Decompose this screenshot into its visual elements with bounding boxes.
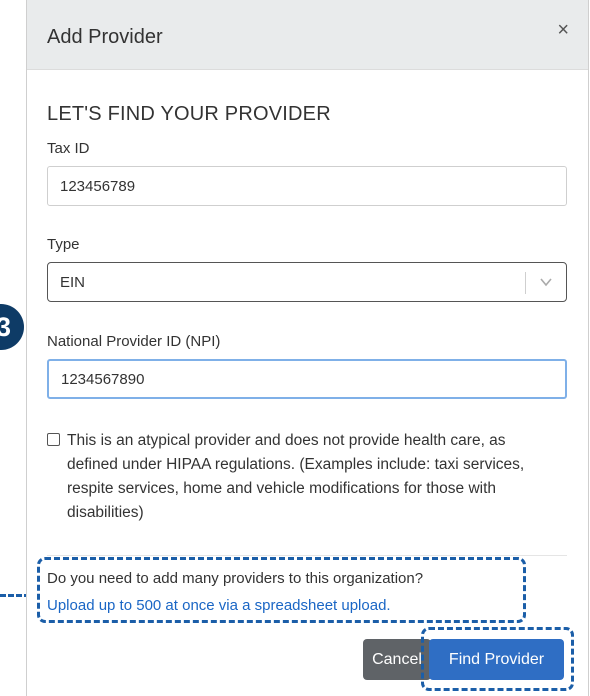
atypical-provider-label: This is an atypical provider and does no… [67,432,525,521]
step-number: 3 [0,311,11,342]
chevron-down-icon [540,278,552,287]
close-icon[interactable]: × [557,20,569,40]
type-label: Type [47,236,80,253]
modal-title: Add Provider [47,26,163,48]
npi-input[interactable] [47,359,567,399]
step-number-badge: 3 [0,304,24,350]
tax-id-input[interactable] [47,166,567,206]
select-separator [525,272,526,294]
atypical-provider-row: This is an atypical provider and does no… [47,429,547,525]
add-provider-modal: Add Provider × LET'S FIND YOUR PROVIDER … [26,0,589,696]
atypical-provider-checkbox[interactable] [47,433,60,446]
divider [47,555,567,556]
find-provider-button[interactable]: Find Provider [429,639,564,680]
spreadsheet-upload-link[interactable]: Upload up to 500 at once via a spreadshe… [47,597,391,614]
type-select-value: EIN [60,274,86,291]
type-select[interactable]: EIN [47,262,567,302]
npi-label: National Provider ID (NPI) [47,333,221,350]
section-heading: LET'S FIND YOUR PROVIDER [47,103,331,125]
modal-header: Add Provider × [27,0,588,70]
tax-id-label: Tax ID [47,140,90,157]
bulk-upload-question: Do you need to add many providers to thi… [47,570,424,587]
